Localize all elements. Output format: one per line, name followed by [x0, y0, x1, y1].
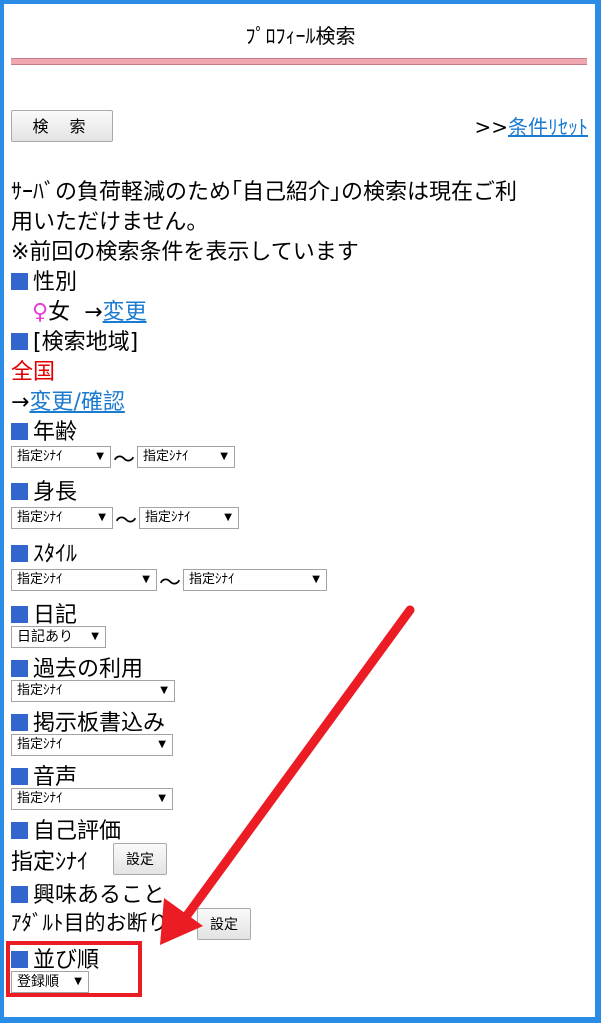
- annotation-arrow-icon: [160, 605, 415, 945]
